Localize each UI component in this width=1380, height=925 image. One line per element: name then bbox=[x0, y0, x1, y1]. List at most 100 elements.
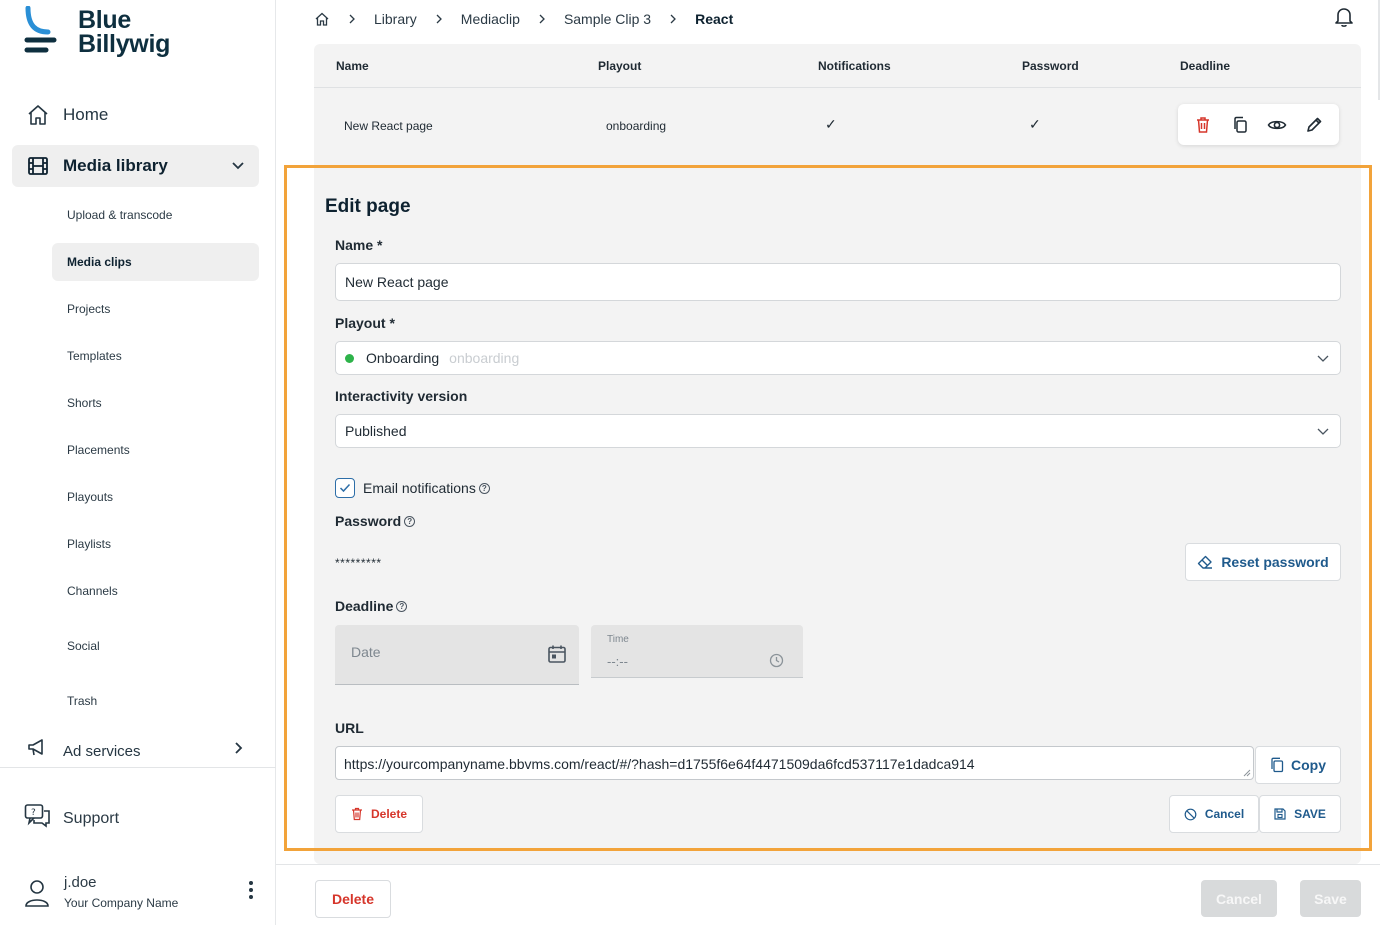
email-notifications-checkbox[interactable] bbox=[335, 478, 355, 498]
name-label: Name * bbox=[335, 237, 383, 253]
nav-playouts[interactable]: Playouts bbox=[52, 478, 259, 516]
interactivity-select[interactable]: Published bbox=[335, 414, 1341, 448]
edit-cancel-label: Cancel bbox=[1204, 807, 1245, 821]
nav-home-label: Home bbox=[63, 105, 109, 124]
edit-save-label: SAVE bbox=[1294, 807, 1326, 821]
nav-playlists[interactable]: Playlists bbox=[52, 525, 259, 563]
edit-save-button[interactable]: SAVE bbox=[1259, 795, 1341, 833]
nav-channels[interactable]: Channels bbox=[52, 572, 259, 610]
nav-sub-label: Projects bbox=[67, 302, 111, 316]
reset-password-label: Reset password bbox=[1221, 554, 1329, 570]
row-notifications-check: ✓ bbox=[825, 116, 837, 132]
nav-sub-label: Channels bbox=[67, 584, 118, 598]
breadcrumb-mediaclip[interactable]: Mediaclip bbox=[461, 11, 520, 27]
edit-delete-button[interactable]: Delete bbox=[335, 795, 423, 833]
nav-sub-label: Trash bbox=[67, 694, 98, 708]
edit-page-title: Edit page bbox=[325, 196, 411, 217]
email-notifications-row: Email notifications ? bbox=[335, 478, 490, 498]
row-name: New React page bbox=[344, 119, 433, 133]
svg-text:?: ? bbox=[31, 808, 36, 818]
edit-cancel-button[interactable]: Cancel bbox=[1169, 795, 1259, 833]
password-label: Password bbox=[335, 513, 402, 529]
film-icon bbox=[25, 153, 51, 179]
nav-support[interactable]: ? Support bbox=[24, 803, 119, 834]
help-icon[interactable]: ? bbox=[396, 600, 408, 612]
nav-home[interactable]: Home bbox=[12, 94, 259, 136]
copy-url-button[interactable]: Copy bbox=[1255, 746, 1341, 784]
trash-icon bbox=[351, 807, 362, 821]
eraser-icon bbox=[1198, 555, 1213, 569]
kebab-menu-icon[interactable] bbox=[248, 880, 254, 900]
url-textarea[interactable]: https://yourcompanyname.bbvms.com/react/… bbox=[335, 746, 1254, 780]
nav-projects[interactable]: Projects bbox=[52, 290, 259, 328]
save-icon bbox=[1274, 808, 1286, 820]
table-header: Name Playout Notifications Password Dead… bbox=[314, 44, 1361, 88]
footer-save-button[interactable]: Save bbox=[1300, 880, 1361, 917]
interactivity-label: Interactivity version bbox=[335, 388, 468, 404]
nav-upload-transcode[interactable]: Upload & transcode bbox=[52, 196, 259, 234]
help-icon[interactable]: ? bbox=[478, 482, 490, 494]
nav-sub-label: Placements bbox=[67, 443, 130, 457]
nav-placements[interactable]: Placements bbox=[52, 431, 259, 469]
clock-icon[interactable] bbox=[769, 653, 784, 668]
nav-social[interactable]: Social bbox=[52, 627, 259, 665]
breadcrumb-sample-clip[interactable]: Sample Clip 3 bbox=[564, 11, 651, 27]
chevron-right-icon bbox=[536, 13, 548, 25]
support-chat-icon: ? bbox=[24, 803, 52, 834]
date-placeholder: Date bbox=[351, 644, 381, 660]
reset-password-button[interactable]: Reset password bbox=[1185, 543, 1341, 581]
status-dot-icon bbox=[345, 353, 354, 363]
chevron-down-icon bbox=[1317, 428, 1329, 435]
breadcrumb-current: React bbox=[695, 11, 734, 27]
column-header-notifications: Notifications bbox=[818, 59, 891, 73]
calendar-icon[interactable] bbox=[547, 644, 567, 664]
eye-icon[interactable] bbox=[1263, 111, 1291, 139]
playout-label: Playout * bbox=[335, 315, 395, 331]
user-menu[interactable]: j.doe Your Company Name bbox=[24, 872, 264, 914]
column-header-playout: Playout bbox=[598, 59, 642, 73]
help-icon[interactable]: ? bbox=[404, 515, 416, 527]
nav-sub-label: Playlists bbox=[67, 537, 112, 551]
playout-select[interactable]: Onboarding onboarding bbox=[335, 341, 1341, 375]
nav-sub-label: Playouts bbox=[67, 490, 114, 504]
password-mask: ********* bbox=[335, 556, 382, 570]
footer-delete-button[interactable]: Delete bbox=[315, 880, 391, 918]
nav-sub-label: Media clips bbox=[67, 255, 132, 269]
time-input[interactable]: Time --:-- bbox=[591, 625, 803, 678]
nav-shorts[interactable]: Shorts bbox=[52, 384, 259, 422]
chevron-right-icon bbox=[346, 13, 358, 25]
nav-media-library-label: Media library bbox=[63, 156, 168, 175]
column-header-name: Name bbox=[336, 59, 369, 73]
sidebar: Blue Billywig Home Media library Upload … bbox=[0, 0, 276, 925]
brand-logo[interactable]: Blue Billywig bbox=[24, 6, 170, 62]
home-icon[interactable] bbox=[314, 11, 330, 27]
home-icon bbox=[25, 102, 51, 128]
duplicate-icon[interactable] bbox=[1226, 111, 1254, 139]
trash-icon[interactable] bbox=[1189, 111, 1217, 139]
chevron-right-icon bbox=[667, 13, 679, 25]
deadline-label-row: Deadline ? bbox=[335, 598, 408, 614]
nav-trash[interactable]: Trash bbox=[52, 682, 259, 720]
footer-divider bbox=[276, 864, 1380, 865]
nav-ad-services[interactable]: Ad services bbox=[12, 730, 259, 760]
nav-sub-label: Shorts bbox=[67, 396, 102, 410]
pencil-icon[interactable] bbox=[1300, 111, 1328, 139]
email-notifications-label: Email notifications bbox=[363, 480, 476, 496]
user-company: Your Company Name bbox=[64, 896, 179, 910]
user-avatar-icon bbox=[25, 880, 49, 907]
nav-sub-label: Templates bbox=[67, 349, 122, 363]
date-input[interactable]: Date bbox=[335, 625, 579, 685]
playout-select-value: Onboarding bbox=[366, 350, 440, 366]
column-header-deadline: Deadline bbox=[1180, 59, 1231, 73]
time-placeholder: --:-- bbox=[607, 654, 628, 669]
nav-templates[interactable]: Templates bbox=[52, 337, 259, 375]
footer-cancel-button[interactable]: Cancel bbox=[1201, 880, 1277, 917]
breadcrumb-library[interactable]: Library bbox=[374, 11, 417, 27]
bell-icon[interactable] bbox=[1334, 6, 1354, 28]
resize-handle-icon[interactable] bbox=[1243, 769, 1251, 777]
name-input-value: New React page bbox=[345, 274, 449, 290]
nav-media-clips[interactable]: Media clips bbox=[52, 243, 259, 281]
nav-media-library[interactable]: Media library bbox=[12, 145, 259, 187]
row-actions bbox=[1178, 104, 1339, 145]
name-input[interactable]: New React page bbox=[335, 263, 1341, 301]
